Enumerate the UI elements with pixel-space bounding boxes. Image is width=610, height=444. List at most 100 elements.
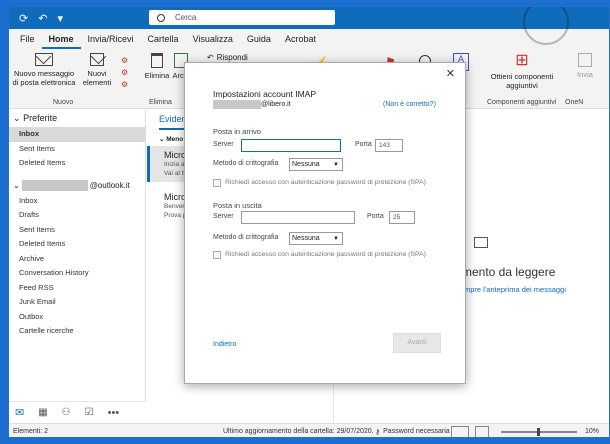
onenote-label: Invia [577,70,593,79]
search-placeholder: Cerca [175,13,197,22]
title-bar: ⟳ ↶ ▾ Cerca [9,7,609,45]
addins-grid-icon: ⊞ [515,52,529,69]
imap-settings-dialog: ✕ Impostazioni account IMAP @libero.it (… [184,62,466,384]
folder-inbox[interactable]: Inbox [9,194,145,209]
folder-junk-email[interactable]: Junk Email [9,295,145,310]
outgoing-server-input[interactable] [241,211,355,224]
menu-folder[interactable]: Cartella [141,29,186,49]
reading-empty-title: mento da leggere [462,265,556,279]
next-button[interactable]: Avanti [393,333,441,353]
folder-deleted-items[interactable]: Deleted Items [9,237,145,252]
folder-conversation-history[interactable]: Conversation History [9,266,145,281]
favorites-header[interactable]: ⌄ Preferite [9,109,145,127]
outgoing-server-label: Server [213,213,234,220]
incoming-port-input[interactable]: 143 [375,139,403,152]
sync-icon[interactable]: ⟳ [19,12,28,25]
outgoing-port-label: Porta [367,213,384,220]
close-icon[interactable]: ✕ [446,67,455,80]
envelope-icon [35,53,53,66]
reply-button[interactable]: ↶ Rispondi [207,53,248,62]
incoming-encryption-select[interactable]: Nessuna ▼ [289,158,343,171]
menu-home[interactable]: Home [41,29,81,49]
quick-actions-stack[interactable]: ⚙ ⚙ ⚙ [121,55,128,91]
get-addins-button[interactable]: ⊞ Ottieni componenti aggiuntivi [487,52,557,91]
new-message-button[interactable]: Nuovo messaggio di posta elettronica [11,53,77,87]
folder-outbox[interactable]: Outbox [9,310,145,325]
menu-file[interactable]: File [13,29,42,49]
folder-favorite-sent-items[interactable]: Sent Items [9,142,145,157]
folder-search-folders[interactable]: Cartelle ricerche [9,324,145,339]
cleanup-icon[interactable]: ⚙ [121,67,128,79]
folder-feed-rss[interactable]: Feed RSS [9,281,145,296]
collapse-chevron-icon: ⌄ [13,113,21,123]
reply-label: Rispondi [216,53,248,62]
folder-favorite-deleted-items[interactable]: Deleted Items [9,156,145,171]
mail-icon[interactable]: ✉ [15,406,24,419]
new-message-label: Nuovo messaggio di posta elettronica [12,69,76,87]
more-icon[interactable]: ••• [108,407,120,419]
people-icon[interactable]: ⚇ [62,407,71,418]
junk-icon[interactable]: ⚙ [121,79,128,91]
zoom-slider[interactable] [501,427,577,436]
status-password[interactable]: ⚷ Password necessaria [375,428,451,436]
key-icon: ⚷ [375,428,381,436]
folder-pane: ⌄ Preferite Inbox Sent Items Deleted Ite… [9,109,146,401]
status-bar: Elementi: 2 Ultimo aggiornamento della c… [9,423,609,437]
folder-drafts[interactable]: Drafts [9,208,145,223]
calendar-icon[interactable]: ▦ [38,407,47,418]
chevron-down-icon: ▼ [333,162,339,168]
chevron-down-icon: ▼ [333,236,339,242]
outgoing-section-title: Posta in uscita [213,201,262,210]
not-correct-link[interactable]: (Non è corretto?) [383,101,436,108]
incoming-port-label: Porta [355,141,372,148]
menu-acrobat[interactable]: Acrobat [278,29,323,49]
menu-bar: File Home Invia/Ricevi Cartella Visualiz… [9,29,609,49]
menu-view[interactable]: Visualizza [186,29,240,49]
dialog-title: Impostazioni account IMAP [213,89,316,99]
preview-settings-link[interactable]: mpre l'anteprima dei messaggi [464,285,566,294]
undo-icon[interactable]: ↶ [38,12,47,25]
outgoing-encryption-select[interactable]: Nessuna ▼ [289,232,343,245]
delete-label: Elimina [144,71,170,80]
new-items-icon [90,53,104,66]
reading-view-icon[interactable] [475,425,489,437]
outgoing-spa-checkbox[interactable] [213,251,221,259]
outgoing-spa-label: Richiedi accesso con autenticazione pass… [225,251,426,258]
empty-envelope-icon [474,237,488,248]
dialog-email-suffix: @libero.it [261,101,291,108]
status-last-update: Ultimo aggiornamento della cartella: 29/… [223,428,374,435]
outgoing-encryption-label: Metodo di crittografia [213,234,279,241]
onenote-icon [578,53,592,67]
status-item-count: Elementi: 2 [13,428,49,435]
incoming-encryption-label: Metodo di crittografia [213,160,279,167]
search-icon [157,13,165,22]
favorites-title: Preferite [23,113,58,123]
incoming-server-input[interactable] [241,139,341,152]
folder-archive[interactable]: Archive [9,252,145,267]
group-label-addins: Componenti aggiuntivi [487,99,557,106]
incoming-spa-checkbox[interactable] [213,179,221,187]
back-link[interactable]: Indietro [213,341,236,348]
account-header[interactable]: ⌄ @outlook.it [9,177,145,194]
quick-access-dropdown-icon[interactable]: ▾ [57,12,63,25]
menu-help[interactable]: Guida [240,29,278,49]
menu-send-receive[interactable]: Invia/Ricevi [81,29,141,49]
redacted-email [213,100,261,109]
outgoing-port-input[interactable]: 25 [389,211,415,224]
folder-favorite-inbox[interactable]: Inbox [9,127,145,142]
folder-sent-items[interactable]: Sent Items [9,223,145,238]
zoom-thumb[interactable] [537,427,540,436]
redacted-email [21,179,88,191]
normal-view-icon[interactable] [451,425,469,437]
new-items-label: Nuovi elementi [82,69,112,87]
tasks-icon[interactable]: ☑ [85,407,94,418]
status-password-label: Password necessaria [383,427,450,435]
new-items-button[interactable]: Nuovi elementi [81,53,113,87]
group-label-onenote: OneN [565,99,584,106]
delete-button[interactable]: Elimina [143,53,171,80]
onenote-button[interactable]: Invia [565,53,605,79]
ignore-icon[interactable]: ⚙ [121,55,128,67]
incoming-spa-label: Richiedi accesso con autenticazione pass… [225,179,426,186]
group-label-delete: Elimina [149,99,172,106]
search-box[interactable]: Cerca [149,10,335,25]
